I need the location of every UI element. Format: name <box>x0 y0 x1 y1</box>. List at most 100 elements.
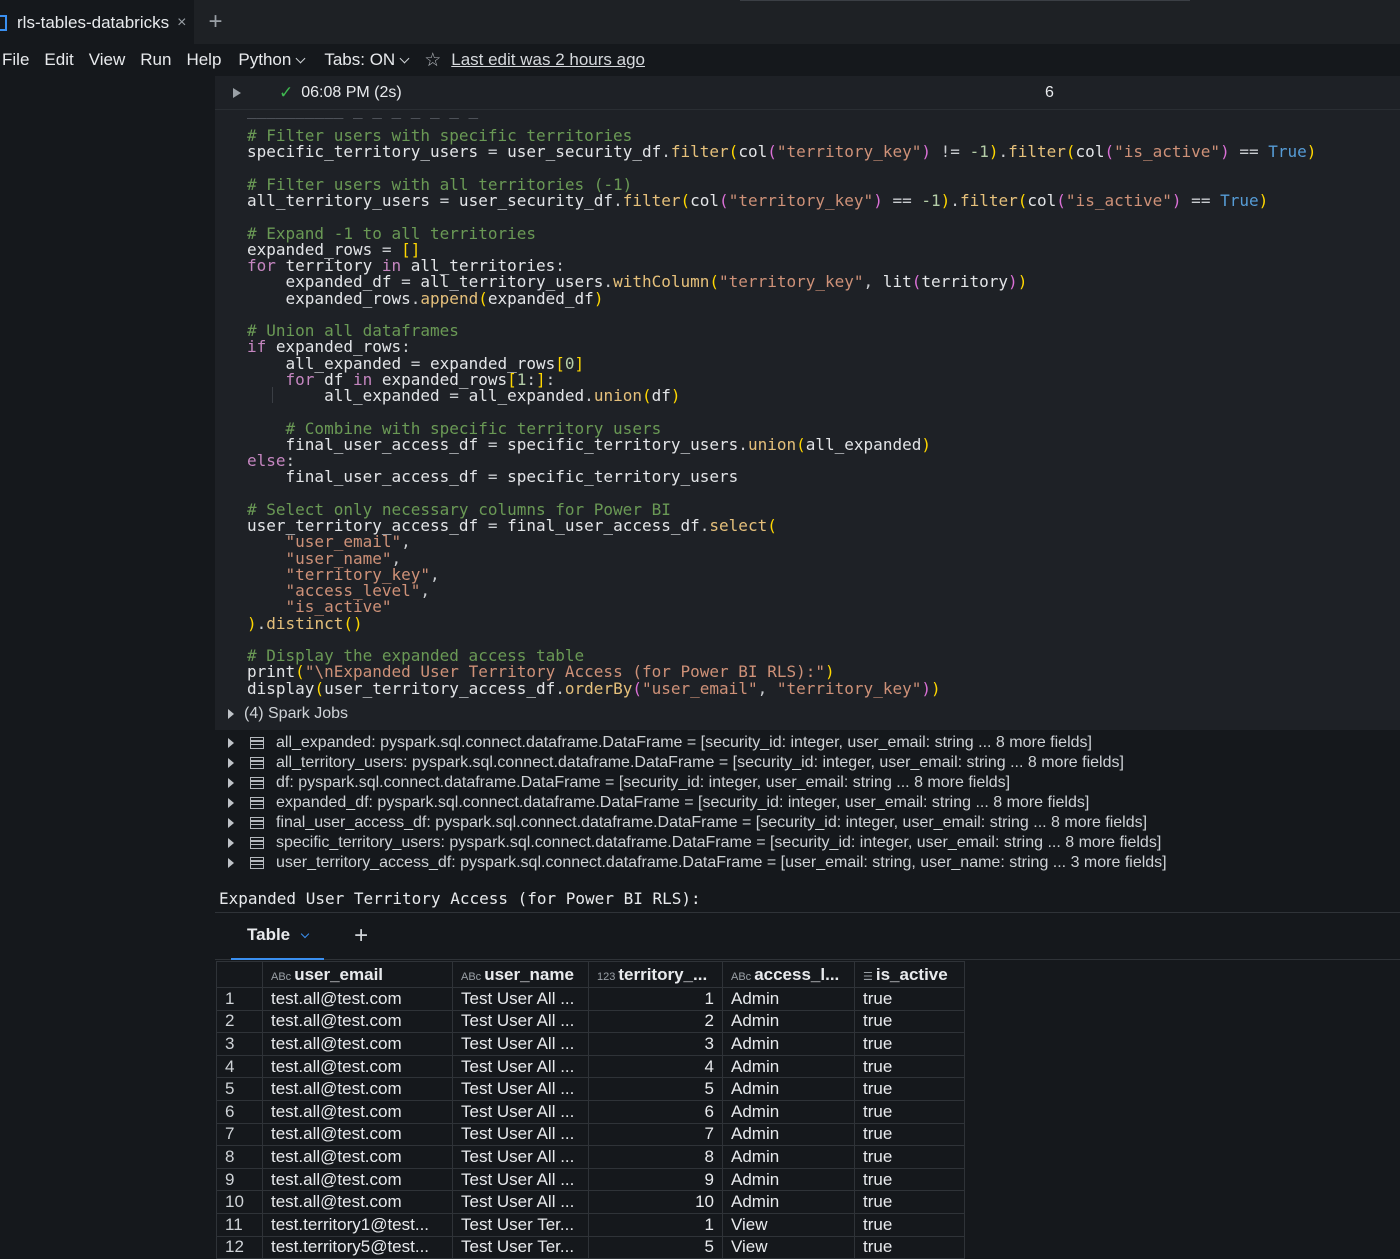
close-icon[interactable]: × <box>177 14 186 32</box>
row-number: 4 <box>216 1054 263 1079</box>
variable-row[interactable]: all_expanded: pyspark.sql.connect.datafr… <box>228 733 1167 753</box>
cell-user-email: test.all@test.com <box>262 1077 453 1101</box>
tab-table[interactable]: Table <box>231 913 325 960</box>
column-header-user-name[interactable]: ABc user_name <box>452 961 589 988</box>
variable-label: user_territory_access_df: pyspark.sql.co… <box>276 854 1167 871</box>
cell-user-name: Test User Ter... <box>452 1235 589 1259</box>
column-label: access_l... <box>754 964 840 984</box>
spark-jobs-toggle[interactable]: (4) Spark Jobs <box>228 705 348 723</box>
cell-territory-key: 9 <box>588 1167 723 1192</box>
variable-row[interactable]: expanded_df: pyspark.sql.connect.datafra… <box>228 793 1167 813</box>
cell-user-email: test.all@test.com <box>262 1145 453 1169</box>
menu-bar: File Edit View Run Help Python Tabs: ON … <box>0 44 1400 76</box>
column-header-territory-key[interactable]: 123 territory_... <box>588 961 723 988</box>
table-row[interactable]: 2 test.all@test.com Test User All ... 2 Admi… <box>216 1009 965 1034</box>
string-type-icon: ABc <box>271 970 292 983</box>
left-sidebar <box>0 76 215 1245</box>
cell-user-email: test.territory1@test... <box>262 1212 453 1237</box>
row-number: 5 <box>216 1077 263 1101</box>
cell-access-level: Admin <box>722 1099 855 1124</box>
row-number: 7 <box>216 1122 263 1147</box>
variable-row[interactable]: specific_territory_users: pyspark.sql.co… <box>228 833 1167 853</box>
row-number: 6 <box>216 1099 263 1124</box>
tab-table-label: Table <box>247 925 291 944</box>
run-time: 06:08 PM (2s) <box>301 83 402 101</box>
integer-type-icon: 123 <box>597 970 616 983</box>
cell-user-name: Test User Ter... <box>452 1212 589 1237</box>
string-type-icon: ABc <box>731 970 752 983</box>
variable-row[interactable]: final_user_access_df: pyspark.sql.connec… <box>228 813 1167 833</box>
code-editor[interactable]: __________ _ _ _ _ _ _ _ # Filter users … <box>215 110 1400 730</box>
table-icon <box>250 857 264 869</box>
code-text: # Filter users with specific territories… <box>247 126 1317 698</box>
table-header-row: ABc user_email ABc user_name 123 territory_… <box>216 961 965 988</box>
cell-access-level: Admin <box>722 1167 855 1192</box>
cell-access-level: Admin <box>722 987 855 1011</box>
menu-file[interactable]: File <box>2 50 29 70</box>
table-row[interactable]: 4 test.all@test.com Test User All ... 4 Admi… <box>216 1054 965 1079</box>
chevron-down-icon[interactable] <box>300 929 310 938</box>
cell-user-email: test.all@test.com <box>262 1190 453 1214</box>
cell-user-email: test.all@test.com <box>262 1032 453 1056</box>
table-row[interactable]: 3 test.all@test.com Test User All ... 3 Admi… <box>216 1032 965 1056</box>
variable-row[interactable]: df: pyspark.sql.connect.dataframe.DataFr… <box>228 773 1167 793</box>
clipped-code-line: __________ _ _ _ _ _ _ _ <box>247 110 478 119</box>
top-divider <box>740 0 1190 1</box>
cell-user-email: test.all@test.com <box>262 1054 453 1079</box>
table-row[interactable]: 11 test.territory1@test... Test User Ter..… <box>216 1212 965 1237</box>
table-row[interactable]: 8 test.all@test.com Test User All ... 8 Admi… <box>216 1145 965 1169</box>
column-label: user_name <box>484 964 574 984</box>
notebook-tab[interactable]: rls-tables-databricks × <box>0 0 195 44</box>
chevron-down-icon <box>399 53 410 63</box>
results-table: ABc user_email ABc user_name 123 territory_… <box>216 961 965 1259</box>
table-row[interactable]: 12 test.territory5@test... Test User Ter..… <box>216 1235 965 1259</box>
language-select[interactable]: Python <box>234 50 308 70</box>
table-row[interactable]: 7 test.all@test.com Test User All ... 7 Admi… <box>216 1122 965 1147</box>
variable-label: specific_territory_users: pyspark.sql.co… <box>276 834 1162 851</box>
tabs-mode-select[interactable]: Tabs: ON <box>320 50 412 70</box>
run-cell-icon[interactable] <box>233 87 241 98</box>
cell-is-active: true <box>854 1054 965 1079</box>
cell-user-email: test.all@test.com <box>262 1167 453 1192</box>
cell-is-active: true <box>854 1077 965 1101</box>
cell-is-active: true <box>854 1032 965 1056</box>
column-header-is-active[interactable]: ☰ is_active <box>854 961 965 988</box>
menu-view[interactable]: View <box>89 50 126 70</box>
add-visualization-icon[interactable]: + <box>354 922 368 950</box>
cell-number: 6 <box>1045 83 1054 101</box>
column-header-access-level[interactable]: ABc access_l... <box>722 961 855 988</box>
variable-row[interactable]: user_territory_access_df: pyspark.sql.co… <box>228 853 1167 873</box>
row-number: 1 <box>216 987 263 1011</box>
table-row[interactable]: 6 test.all@test.com Test User All ... 6 Admi… <box>216 1099 965 1124</box>
cell-access-level: Admin <box>722 1077 855 1101</box>
table-row[interactable]: 10 test.all@test.com Test User All ... 10 Ad… <box>216 1190 965 1214</box>
cell-access-level: Admin <box>722 1190 855 1214</box>
menu-edit[interactable]: Edit <box>44 50 73 70</box>
row-number-header <box>216 961 263 988</box>
dataframe-variables: all_expanded: pyspark.sql.connect.datafr… <box>228 733 1167 873</box>
cell-user-name: Test User All ... <box>452 1054 589 1079</box>
new-tab-icon[interactable]: + <box>208 8 222 36</box>
cell-user-name: Test User All ... <box>452 1167 589 1192</box>
cell-user-name: Test User All ... <box>452 987 589 1011</box>
cell-user-name: Test User All ... <box>452 1122 589 1147</box>
variable-row[interactable]: all_territory_users: pyspark.sql.connect… <box>228 753 1167 773</box>
column-label: user_email <box>294 964 384 984</box>
notebook-icon <box>0 15 7 31</box>
menu-run[interactable]: Run <box>140 50 171 70</box>
cell-territory-key: 3 <box>588 1032 723 1056</box>
check-icon: ✓ <box>279 82 294 102</box>
table-row[interactable]: 5 test.all@test.com Test User All ... 5 Admi… <box>216 1077 965 1101</box>
cell-territory-key: 5 <box>588 1235 723 1259</box>
output-title: Expanded User Territory Access (for Powe… <box>219 889 701 908</box>
cell-territory-key: 2 <box>588 1009 723 1034</box>
cell-user-email: test.all@test.com <box>262 1099 453 1124</box>
cell-territory-key: 1 <box>588 987 723 1011</box>
menu-help[interactable]: Help <box>186 50 221 70</box>
last-edit-link[interactable]: Last edit was 2 hours ago <box>451 50 645 70</box>
table-row[interactable]: 1 test.all@test.com Test User All ... 1 Admi… <box>216 987 965 1011</box>
cell-territory-key: 1 <box>588 1212 723 1237</box>
column-header-user-email[interactable]: ABc user_email <box>262 961 453 988</box>
table-row[interactable]: 9 test.all@test.com Test User All ... 9 Admi… <box>216 1167 965 1192</box>
star-icon[interactable]: ☆ <box>424 49 441 72</box>
